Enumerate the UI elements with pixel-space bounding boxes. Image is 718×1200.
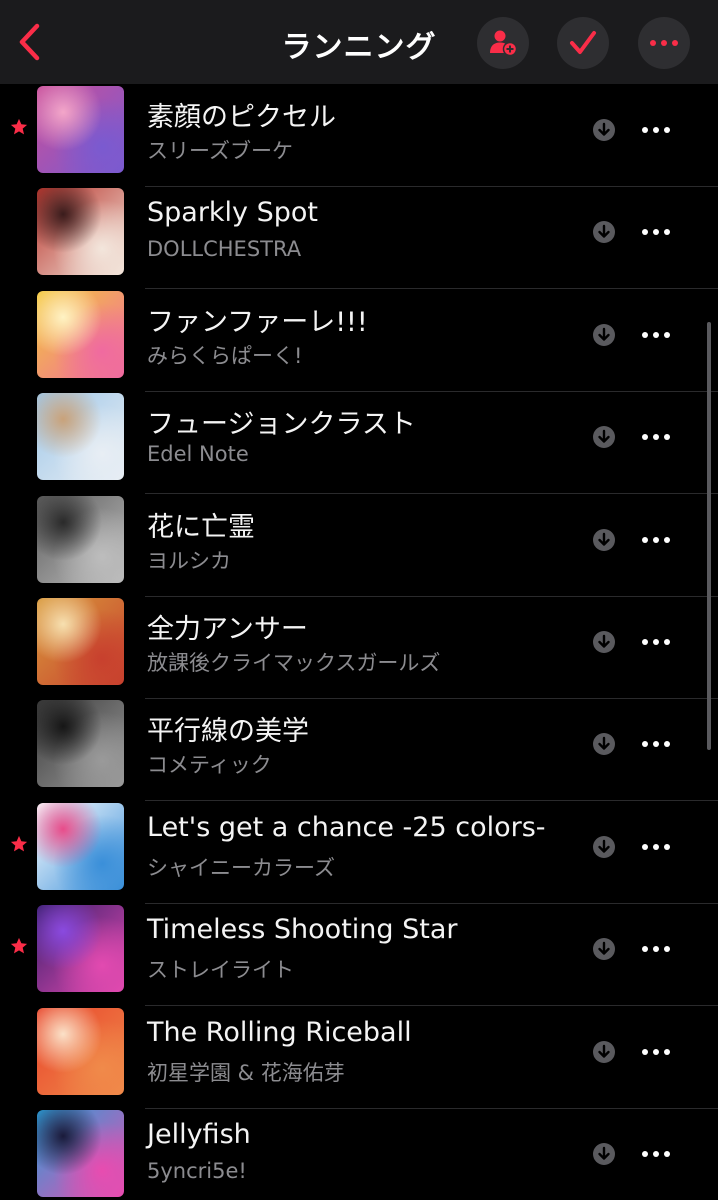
album-artwork [37, 188, 124, 276]
track-artist: 放課後クライマックスガールズ [147, 651, 441, 675]
track-artist: コメティック [147, 753, 272, 778]
track-more-button[interactable] [636, 1037, 676, 1067]
ellipsis-icon [642, 229, 670, 236]
favorite-star-icon [10, 118, 28, 135]
track-artist: 5yncri5e! [147, 1159, 247, 1183]
track-title: 花に亡霊 [147, 511, 255, 543]
track-artist: 初星学園 & 花海佑芽 [147, 1060, 345, 1085]
track-more-button[interactable] [636, 217, 676, 247]
download-icon[interactable] [592, 1142, 616, 1166]
track-title: 全力アンサー [147, 614, 308, 645]
download-icon[interactable] [592, 118, 616, 142]
track-title: Jellyfish [147, 1119, 251, 1150]
album-artwork [37, 290, 124, 378]
chevron-left-icon [19, 23, 40, 61]
more-options-button[interactable] [638, 17, 690, 69]
track-artist: スリーズブーケ [147, 139, 293, 163]
page-title: ランニング [281, 30, 437, 65]
track-artist: ヨルシカ [147, 548, 231, 573]
download-icon[interactable] [592, 630, 616, 654]
download-icon[interactable] [592, 323, 616, 347]
album-artwork [37, 393, 124, 481]
download-icon[interactable] [592, 835, 616, 859]
back-button[interactable] [10, 20, 50, 64]
download-icon[interactable] [592, 220, 616, 244]
track-row[interactable]: 平行線の美学コメティック [0, 699, 718, 802]
ellipsis-icon [642, 946, 670, 953]
track-list[interactable]: 素顔のピクセルスリーズブーケ Sparkly Spot DOLLCHESTRA ファン… [0, 84, 718, 1200]
ellipsis-icon [642, 639, 670, 645]
track-row[interactable]: 花に亡霊 ヨルシカ [0, 495, 718, 597]
track-more-button[interactable] [636, 115, 676, 145]
track-row[interactable]: 全力アンサー放課後クライマックスガールズ [0, 597, 718, 699]
album-artwork [37, 495, 124, 583]
track-more-button[interactable] [636, 934, 676, 964]
track-artist: ストレイライト [147, 958, 294, 983]
track-title: Timeless Shooting Star [147, 914, 458, 946]
track-title: The Rolling Riceball [147, 1016, 412, 1048]
album-artwork [37, 802, 124, 890]
track-more-button[interactable] [636, 729, 676, 759]
track-row[interactable]: Timeless Shooting Star ストレイライト [0, 904, 718, 1007]
ellipsis-icon [642, 1151, 670, 1157]
add-collaborator-button[interactable] [477, 17, 529, 69]
ellipsis-icon [642, 1048, 670, 1055]
person-add-icon [490, 30, 518, 57]
favorite-star-icon [10, 835, 28, 852]
checkmark-icon [570, 31, 596, 54]
ellipsis-icon [642, 331, 670, 338]
track-more-button[interactable] [636, 832, 676, 862]
ellipsis-icon [642, 127, 670, 133]
track-more-button[interactable] [636, 320, 676, 350]
download-icon[interactable] [592, 937, 616, 961]
download-icon[interactable] [592, 732, 616, 756]
track-title: 素顔のピクセル [147, 102, 336, 133]
download-icon[interactable] [592, 1040, 616, 1064]
track-more-button[interactable] [636, 1139, 676, 1169]
track-title: Sparkly Spot [147, 197, 319, 229]
track-title: フュージョンクラスト [147, 409, 416, 441]
track-row[interactable]: Let's get a chance -25 colors- シャイニーカラーズ [0, 802, 718, 904]
track-title: Let's get a chance -25 colors- [147, 811, 546, 843]
track-row[interactable]: The Rolling Riceball 初星学園 & 花海佑芽 [0, 1007, 718, 1109]
album-artwork [37, 905, 124, 993]
track-more-button[interactable] [636, 627, 676, 657]
track-artist: シャイニーカラーズ [147, 855, 335, 880]
navigation-bar: ランニング [0, 0, 718, 84]
ellipsis-icon [642, 434, 670, 441]
scrollbar[interactable] [707, 322, 711, 750]
album-artwork [37, 1007, 124, 1095]
track-artist: DOLLCHESTRA [147, 237, 302, 262]
album-artwork [37, 700, 124, 788]
album-artwork [37, 1110, 124, 1197]
track-more-button[interactable] [636, 422, 676, 452]
album-artwork [37, 86, 124, 173]
ellipsis-icon [642, 536, 670, 543]
done-button[interactable] [557, 17, 609, 69]
track-title: 平行線の美学 [147, 716, 309, 748]
track-row[interactable]: フュージョンクラスト Edel Note [0, 392, 718, 495]
track-row[interactable]: 素顔のピクセルスリーズブーケ [0, 85, 718, 187]
track-row[interactable]: Jellyfish 5yncri5e! [0, 1109, 718, 1200]
track-title: ファンファーレ!!! [147, 306, 368, 338]
track-row[interactable]: Sparkly Spot DOLLCHESTRA [0, 187, 718, 290]
download-icon[interactable] [592, 528, 616, 552]
track-artist: みらくらぱーく! [147, 343, 303, 368]
ellipsis-icon [642, 843, 670, 850]
track-row[interactable]: ファンファーレ!!! みらくらぱーく! [0, 290, 718, 392]
favorite-star-icon [10, 938, 28, 954]
album-artwork [37, 598, 124, 685]
track-artist: Edel Note [147, 442, 249, 467]
track-more-button[interactable] [636, 525, 676, 555]
ellipsis-icon [642, 741, 670, 748]
ellipsis-icon [650, 40, 678, 46]
download-icon[interactable] [592, 425, 616, 449]
